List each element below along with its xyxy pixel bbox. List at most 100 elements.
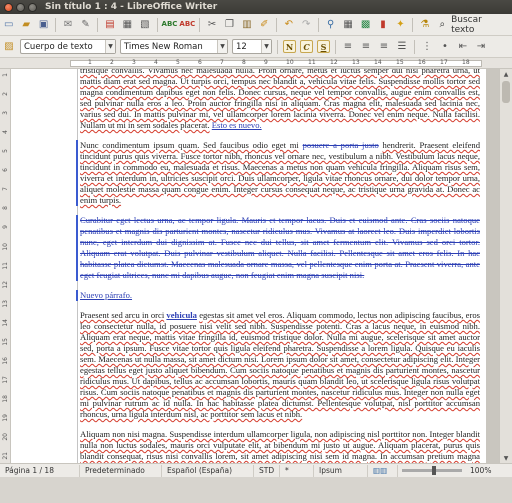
vertical-scrollbar[interactable]: ▲ ▼ (499, 69, 512, 463)
justify-icon[interactable]: ☰ (394, 39, 410, 55)
find-replace-icon[interactable]: ⚗ (417, 17, 432, 33)
align-left-icon[interactable]: ≡ (340, 39, 356, 55)
cut-icon[interactable]: ✂ (204, 17, 219, 33)
zoom-slider-knob[interactable] (432, 466, 436, 475)
redo-icon[interactable]: ↷ (299, 17, 314, 33)
scroll-down-icon[interactable]: ▼ (500, 453, 512, 463)
align-center-icon[interactable]: ≡ (358, 39, 374, 55)
scrollbar-thumb[interactable] (502, 81, 510, 103)
paste-icon[interactable]: ▥ (239, 17, 254, 33)
copy-icon[interactable]: ❐ (222, 17, 237, 33)
bold-button[interactable]: N (283, 40, 296, 53)
navigator-icon[interactable]: ⌕ (435, 17, 450, 33)
language-indicator[interactable]: Español (España) (162, 464, 254, 477)
chevron-down-icon[interactable]: ▼ (105, 40, 115, 53)
maximize-window-button[interactable] (28, 2, 37, 12)
vruler-number: 14 (2, 319, 9, 327)
clone-format-icon[interactable]: ✐ (257, 17, 272, 33)
paragraph[interactable]: Praesent sed arcu in orci vehicula egest… (80, 310, 480, 420)
export-pdf-icon[interactable]: ▤ (102, 17, 117, 33)
paragraph-text: tristique convallis. Vivamus nec malesua… (80, 69, 480, 130)
paragraph-style-value: Cuerpo de texto (24, 41, 93, 52)
document-page[interactable]: tristique convallis. Vivamus nec malesua… (11, 69, 486, 463)
font-name-combo[interactable]: Times New Roman ▼ (120, 39, 228, 54)
inserted-text: Nuevo párrafo. (80, 290, 133, 300)
view-layout-icon[interactable]: ▥▥ (368, 464, 398, 477)
paragraph-text: Nunc condimentum ipsum quam. Sed faucibu… (80, 140, 299, 150)
page-style[interactable]: Predeterminado (80, 464, 162, 477)
standard-toolbar: ▭ ▰ ▣ ✉ ✎ ▤ ▦ ▧ ABC ABC ✂ ❐ ▥ ✐ ↶ ↷ ⚲ ▦ … (0, 14, 512, 36)
increase-indent-icon[interactable]: ⇥ (473, 39, 489, 55)
paragraph[interactable]: Aliquam non nisi magna. Suspendisse inte… (80, 429, 480, 463)
document-area[interactable]: tristique convallis. Vivamus nec malesua… (11, 69, 499, 463)
inserted-paragraph[interactable]: Nuevo párrafo. (76, 290, 480, 301)
separator (277, 39, 278, 54)
vruler-number: 1 (2, 73, 9, 77)
page-indicator[interactable]: Página 1 / 18 (0, 464, 80, 477)
word-indicator: Ipsum (314, 464, 368, 477)
vruler-number: 17 (2, 376, 9, 384)
tracked-paragraph[interactable]: Nunc condimentum ipsum quam. Sed faucibu… (76, 140, 480, 206)
decrease-indent-icon[interactable]: ⇤ (455, 39, 471, 55)
ruler-number: 7 (220, 59, 224, 66)
ruler-number: 10 (286, 59, 294, 66)
vruler-number: 4 (2, 130, 9, 134)
ruler-number: 11 (308, 59, 316, 66)
spellcheck-icon[interactable]: ABC (162, 17, 178, 33)
styles-formatting-icon[interactable]: ▨ (1, 39, 17, 55)
open-icon[interactable]: ▰ (18, 17, 33, 33)
chart-icon[interactable]: ▮ (375, 17, 390, 33)
ruler-number: 16 (418, 59, 426, 66)
font-name-value: Times New Roman (124, 41, 203, 52)
chevron-down-icon[interactable]: ▼ (261, 40, 271, 53)
underline-button[interactable]: S (317, 40, 330, 53)
paragraph-text: Aliquam non nisi magna. Suspendisse inte… (80, 429, 480, 463)
edit-mode-icon[interactable]: ✎ (78, 17, 93, 33)
ruler-number: 14 (374, 59, 382, 66)
table-icon[interactable]: ▦ (340, 17, 355, 33)
vruler-number: 12 (2, 281, 9, 289)
close-window-button[interactable] (4, 2, 13, 12)
print-preview-icon[interactable]: ▧ (137, 17, 152, 33)
deleted-paragraph[interactable]: Curabitur eget lectus urna, ac tempor li… (76, 215, 480, 281)
undo-icon[interactable]: ↶ (281, 17, 296, 33)
ruler-number: 9 (264, 59, 268, 66)
bullets-icon[interactable]: • (437, 39, 453, 55)
inserted-bold-text: vehicula (166, 310, 197, 320)
paragraph[interactable]: tristique convallis. Vivamus nec malesua… (80, 69, 480, 131)
minimize-window-button[interactable] (16, 2, 25, 12)
vruler-number: 11 (2, 262, 9, 270)
ruler-number: 2 (110, 59, 114, 66)
hyperlink-icon[interactable]: ⚲ (323, 17, 338, 33)
numbering-icon[interactable]: ⋮ (419, 39, 435, 55)
save-icon[interactable]: ▣ (36, 17, 51, 33)
ruler-number: 17 (440, 59, 448, 66)
font-size-value: 12 (236, 41, 247, 52)
paragraph-style-combo[interactable]: Cuerpo de texto ▼ (20, 39, 116, 54)
inserted-text: Esto es nuevo. (211, 120, 262, 130)
align-right-icon[interactable]: ≡ (376, 39, 392, 55)
print-icon[interactable]: ▦ (120, 17, 135, 33)
vruler-number: 5 (2, 149, 9, 153)
status-bar: Página 1 / 18 Predeterminado Español (Es… (0, 463, 512, 477)
paragraph-text: Praesent sed arcu in orci (80, 310, 165, 320)
insert-mode[interactable]: STD (254, 464, 280, 477)
ruler-number: 13 (352, 59, 360, 66)
email-icon[interactable]: ✉ (60, 17, 75, 33)
vruler-number: 15 (2, 338, 9, 346)
zoom-slider[interactable] (402, 466, 462, 475)
zoom-level[interactable]: 100% (470, 466, 491, 475)
horizontal-ruler[interactable]: 1 2 3 4 5 6 7 8 9 10 11 12 13 14 15 16 1… (0, 58, 512, 69)
show-draw-icon[interactable]: ✦ (393, 17, 408, 33)
document-text[interactable]: tristique convallis. Vivamus nec malesua… (76, 69, 480, 463)
vruler-number: 21 (2, 452, 9, 460)
chevron-down-icon[interactable]: ▼ (217, 40, 227, 53)
new-document-icon[interactable]: ▭ (1, 17, 16, 33)
search-text-label[interactable]: Buscar texto (451, 15, 506, 35)
italic-button[interactable]: C (300, 40, 313, 53)
image-icon[interactable]: ▩ (358, 17, 373, 33)
autospellcheck-icon[interactable]: ABC (179, 17, 195, 33)
font-size-combo[interactable]: 12 ▼ (232, 39, 272, 54)
scroll-up-icon[interactable]: ▲ (500, 69, 512, 79)
vertical-ruler[interactable]: 1 2 3 4 5 6 7 8 9 10 11 12 13 14 15 16 1… (0, 69, 11, 463)
